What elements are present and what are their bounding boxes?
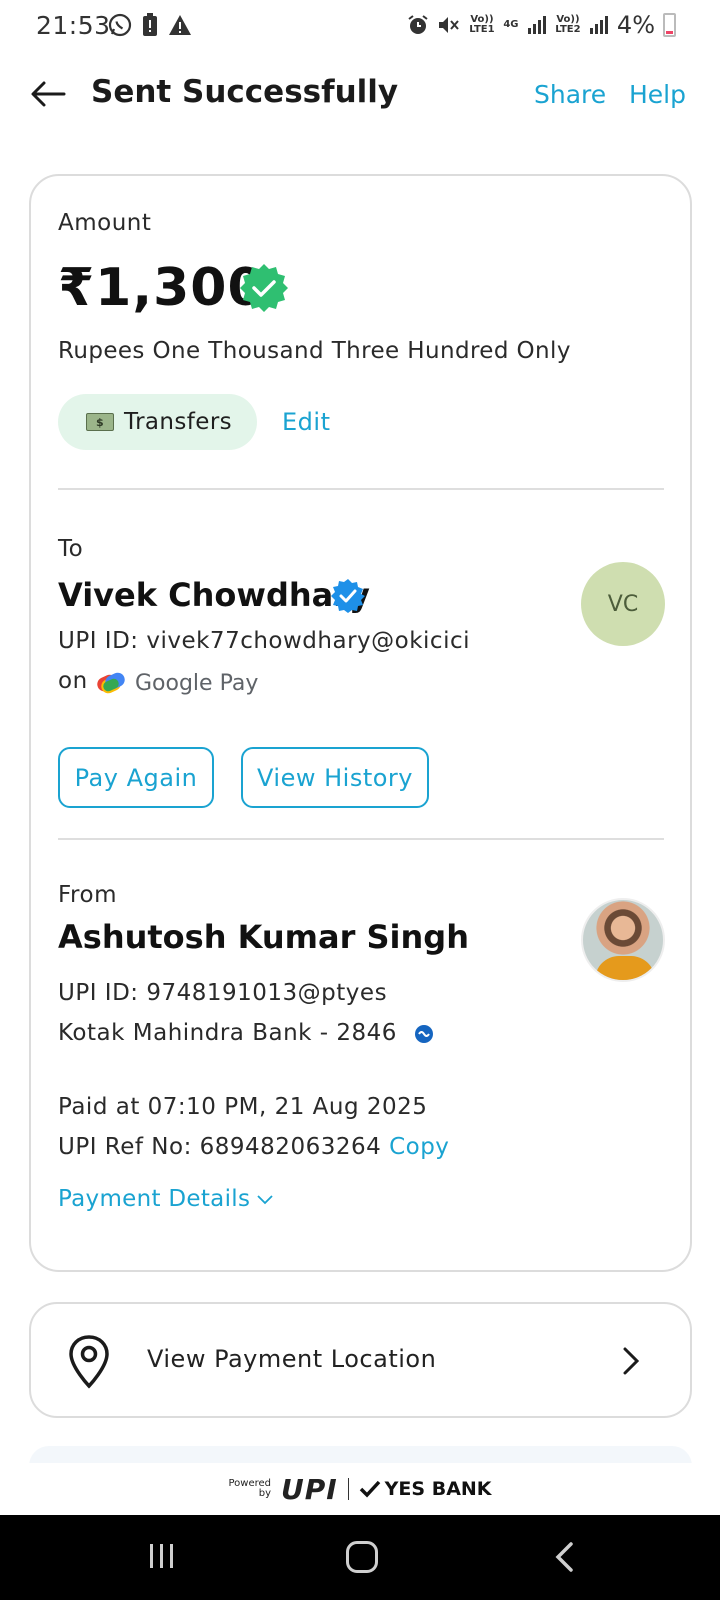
- payment-location-card[interactable]: View Payment Location: [29, 1302, 692, 1418]
- app-header: Sent Successfully Share Help: [0, 60, 720, 130]
- cash-icon: $: [86, 413, 114, 431]
- back-icon[interactable]: [553, 1541, 575, 1573]
- amount-label: Amount: [58, 210, 152, 236]
- sender-avatar: [581, 898, 665, 982]
- whatsapp-icon: [108, 13, 132, 37]
- page-title: Sent Successfully: [91, 74, 399, 110]
- copy-ref-button[interactable]: Copy: [389, 1134, 449, 1160]
- warning-icon: [169, 15, 191, 35]
- status-right-icons: Vo)) LTE1 4G Vo)) LTE2 4%: [407, 11, 676, 39]
- powered-by-text: Powered by: [228, 1479, 271, 1499]
- on-label: on: [58, 668, 88, 694]
- home-icon[interactable]: [346, 1541, 378, 1573]
- yes-bank-text: YES BANK: [384, 1478, 492, 1500]
- by-label: by: [258, 1488, 271, 1499]
- chevron-down-icon: [257, 1195, 273, 1205]
- upi-lite-icon: [414, 1024, 433, 1043]
- footer-separator: [347, 1478, 349, 1500]
- paid-at: Paid at 07:10 PM, 21 Aug 2025: [58, 1094, 428, 1120]
- recipient-name: Vivek Chowdhary: [58, 576, 370, 614]
- back-arrow-icon[interactable]: [28, 74, 68, 114]
- sender-bank-row: Kotak Mahindra Bank - 2846: [58, 1020, 435, 1046]
- verified-badge-icon: [240, 264, 288, 312]
- help-button[interactable]: Help: [629, 80, 686, 109]
- google-pay-text: Google Pay: [135, 670, 259, 696]
- battery-alert-icon: [143, 13, 157, 36]
- sender-bank: Kotak Mahindra Bank - 2846: [58, 1020, 397, 1046]
- payment-details-label: Payment Details: [58, 1186, 251, 1212]
- google-pay-logo: Google Pay: [95, 670, 258, 696]
- battery-icon: [663, 13, 676, 37]
- google-pay-icon: [97, 672, 125, 694]
- upi-logo: UPI: [280, 1472, 338, 1506]
- transaction-card: Amount ₹1,300 Rupees One Thousand Three …: [29, 174, 692, 1272]
- battery-percent: 4%: [616, 11, 655, 39]
- category-chip[interactable]: $ Transfers: [58, 394, 257, 450]
- chevron-right-icon: [623, 1347, 640, 1375]
- location-pin-icon: [69, 1335, 109, 1389]
- mute-icon: [438, 17, 459, 33]
- category-label: Transfers: [124, 409, 233, 435]
- lte1-label: Vo)) LTE1: [469, 14, 495, 35]
- yes-bank-logo: YES BANK: [359, 1478, 492, 1500]
- view-payment-location-label: View Payment Location: [147, 1345, 437, 1373]
- signal-icon: [589, 16, 608, 34]
- payment-details-toggle[interactable]: Payment Details: [58, 1186, 274, 1212]
- status-time: 21:53: [36, 11, 111, 40]
- status-bar: 21:53 Vo)) LTE1 4G Vo)) LTE2 4%: [0, 0, 720, 54]
- sender-name: Ashutosh Kumar Singh: [58, 918, 469, 956]
- powered-by-footer: Powered by UPI YES BANK: [0, 1463, 720, 1515]
- alarm-icon: [408, 15, 428, 34]
- amount-in-words: Rupees One Thousand Three Hundred Only: [58, 338, 571, 364]
- 4g-label: 4G: [503, 19, 519, 30]
- system-nav-bar: [0, 1515, 720, 1600]
- verified-badge-icon: [331, 579, 365, 613]
- divider: [58, 838, 664, 840]
- recent-apps-icon[interactable]: [148, 1543, 176, 1569]
- amount-value: ₹1,300: [58, 258, 265, 318]
- recipient-upi-id: UPI ID: vivek77chowdhary@okicici: [58, 628, 470, 654]
- divider: [58, 488, 664, 490]
- upi-ref-number: UPI Ref No: 689482063264: [58, 1134, 382, 1160]
- from-label: From: [58, 882, 117, 908]
- edit-category-button[interactable]: Edit: [282, 408, 330, 436]
- checkmark-icon: [359, 1480, 380, 1498]
- recipient-avatar: VC: [581, 562, 665, 646]
- signal-icon: [527, 16, 546, 34]
- pay-again-button[interactable]: Pay Again: [58, 747, 214, 808]
- upi-ref-row: UPI Ref No: 689482063264 Copy: [58, 1134, 449, 1160]
- sender-upi-id: UPI ID: 9748191013@ptyes: [58, 980, 388, 1006]
- lte2-label: Vo)) LTE2: [555, 14, 581, 35]
- status-left-icons: [108, 13, 192, 37]
- to-label: To: [58, 536, 84, 562]
- share-button[interactable]: Share: [534, 80, 606, 109]
- view-history-button[interactable]: View History: [241, 747, 429, 808]
